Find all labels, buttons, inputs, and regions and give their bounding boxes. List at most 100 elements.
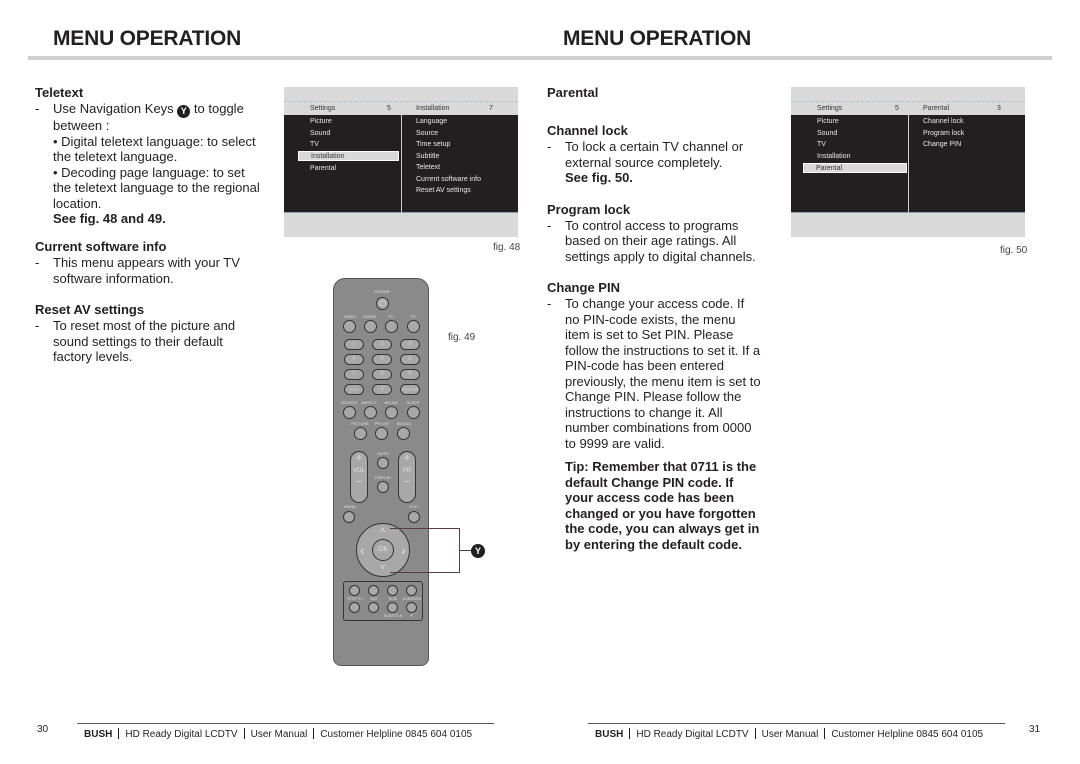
program-lock-item: - To control access to programs based on…: [547, 218, 762, 265]
pr-minus-icon: −: [403, 476, 411, 488]
teletext-item: - Use Navigation Keys Y to toggle betwee…: [35, 101, 265, 227]
digit-6-button: 6: [400, 354, 420, 365]
program-rocker: + PR −: [398, 451, 416, 503]
pr-list-label: PR LIST: [374, 421, 390, 426]
scart-button: [364, 320, 377, 333]
dash: -: [547, 139, 552, 154]
digit-1-button: 1: [344, 339, 364, 350]
check-icon: ✓: [409, 613, 415, 619]
picture-button: [354, 427, 367, 440]
left-footer: BUSH HD Ready Digital LCDTV User Manual Cus…: [84, 728, 472, 740]
video-button: [343, 320, 356, 333]
menu-label: MENU: [344, 504, 356, 509]
cancel-button: [368, 602, 379, 613]
sleep-label: SLEEP: [406, 400, 420, 405]
channel-lock-heading: Channel lock: [547, 123, 628, 138]
left-arrow-icon: ‹: [360, 542, 365, 558]
teletext-bullet-1: • Digital teletext language: to select t…: [53, 133, 256, 165]
fig50-right-item: Channel lock: [923, 118, 964, 125]
fig48-right-item: Current software info: [416, 176, 481, 183]
aspect-button: [364, 406, 377, 419]
callout-line-bottom: [390, 572, 460, 573]
vol-minus-icon: −: [355, 476, 363, 488]
digit-0-button: 0: [372, 384, 392, 395]
pre-pr-button: PRE PR: [400, 384, 420, 395]
footer-product: HD Ready Digital LCDTV: [636, 729, 749, 740]
subpage-label: SUBPAGE: [402, 596, 422, 601]
sound-button: [397, 427, 410, 440]
footer-brand: BUSH: [595, 729, 624, 740]
mute-label: MUTE: [377, 451, 389, 456]
fig48-menu-screen: Settings 5 Installation 7 Picture Sound …: [284, 87, 518, 237]
teletext-section: Teletext - Use Navigation Keys Y to togg…: [35, 85, 265, 227]
fig50-divider: [908, 115, 909, 213]
program-lock-text: To control access to programs based on t…: [565, 217, 756, 264]
subpage-button: [406, 585, 417, 596]
fig50-right-item: Program lock: [923, 130, 965, 137]
fig48-left-item: Picture: [310, 118, 332, 125]
fig50-label: fig. 50: [1000, 245, 1028, 256]
fig48-left-item: Parental: [310, 165, 337, 172]
vol-label: VOL: [352, 468, 365, 474]
digit-3-button: 3: [400, 339, 420, 350]
up-arrow-icon: ˄: [380, 525, 386, 535]
fig48-right-item: Language: [416, 118, 448, 125]
right-arrow-icon: ›: [401, 542, 406, 558]
teletext-heading: Teletext: [35, 85, 84, 100]
epg-button: EPG: [344, 384, 364, 395]
fig48-left-item: Sound: [310, 130, 331, 137]
sound-label: SOUND: [396, 421, 412, 426]
teletext-button-panel: TEXT/TV MIX SIZE SUBPAGE SUBTITLE ✓: [343, 581, 423, 621]
footer-helpline: Customer Helpline 0845 604 0105: [320, 729, 473, 740]
digit-8-button: 8: [372, 369, 392, 380]
fig48-left-count: 5: [387, 105, 391, 112]
digit-7-button: 7: [344, 369, 364, 380]
fig48-right-item: Time setup: [416, 141, 451, 148]
fig48-menu-header: Settings 5 Installation 7: [284, 101, 518, 115]
left-page-number: 30: [37, 724, 49, 735]
right-title-rule: [540, 56, 1052, 60]
power-label: POWER: [374, 289, 390, 294]
teletext-see-fig: See fig. 48 and 49.: [53, 211, 166, 226]
reset-heading: Reset AV settings: [35, 302, 145, 317]
fig50-left-item: TV: [817, 141, 826, 148]
change-pin-heading: Change PIN: [547, 280, 620, 295]
left-footer-rule: [77, 723, 494, 724]
exit-label: EXIT: [409, 504, 419, 509]
mute-button: [377, 457, 389, 469]
software-heading: Current software info: [35, 239, 167, 254]
fig50-left-header: Settings: [817, 105, 843, 112]
digit-2-button: 2: [372, 339, 392, 350]
fig48-divider: [401, 115, 402, 213]
sleep-button: [407, 406, 420, 419]
parental-heading: Parental: [547, 85, 599, 100]
reset-item: - To reset most of the picture and sound…: [35, 318, 265, 365]
teletext-text-a: Use Navigation Keys: [53, 101, 174, 116]
channel-lock-item: - To lock a certain TV channel or extern…: [547, 139, 762, 186]
default-pin-tip: Tip: Remember that 0711 is the default C…: [565, 459, 760, 552]
dash: -: [547, 296, 552, 311]
software-section: Current software info - This menu appear…: [35, 239, 265, 365]
fig50-right-count: 3: [997, 105, 1001, 112]
digit-9-button: 9: [400, 369, 420, 380]
footer-doc: User Manual: [250, 729, 308, 740]
fig48-right-header: Installation: [416, 105, 450, 112]
fig50-menu-screen: Settings 5 Parental 3 Picture Sound TV I…: [791, 87, 1025, 237]
dash: -: [35, 255, 40, 270]
fig48-menu-body: Picture Sound TV Installation Parental L…: [284, 115, 518, 213]
fig50-right-item: Change PIN: [923, 141, 962, 148]
mix-button: [368, 585, 379, 596]
channel-lock-see-fig: See fig. 50.: [565, 170, 633, 185]
reset-text: To reset most of the picture and sound s…: [53, 318, 236, 364]
pc-button: [385, 320, 398, 333]
size-button: [387, 585, 398, 596]
parental-section: Parental Channel lock - To lock a certai…: [547, 85, 762, 552]
pr-plus-icon: +: [403, 452, 411, 464]
fig50-left-item: Sound: [817, 130, 838, 137]
down-arrow-icon: ˅: [380, 562, 386, 572]
fig48-right-item: Source: [416, 130, 439, 137]
source-button: [343, 406, 356, 419]
power-icon: ⏻: [376, 297, 389, 310]
tv-label: TV: [410, 314, 416, 319]
fig48-right-item: Teletext: [416, 164, 441, 171]
